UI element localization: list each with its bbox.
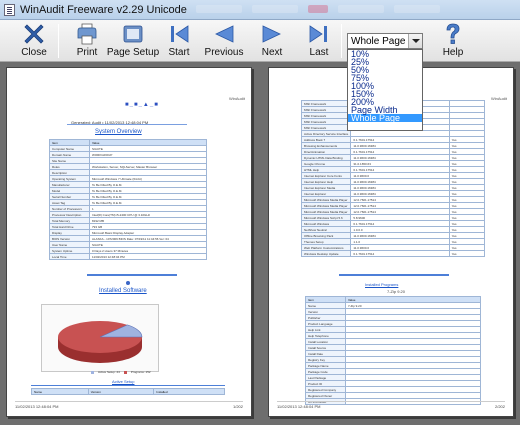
page-header-right: WinAudit (228, 96, 245, 101)
zoom-select[interactable]: Whole Page (347, 33, 423, 49)
help-icon (446, 23, 460, 44)
page-setup-label: Page Setup (106, 47, 160, 58)
help-button[interactable]: Help (438, 22, 468, 60)
legend-swatch-programs (123, 370, 127, 374)
start-label: Start (168, 47, 190, 58)
print-button[interactable]: Print (72, 22, 102, 60)
page-header-right: WinAudit (490, 96, 507, 101)
col-name: Name (31, 388, 89, 395)
zoom-current-value: Whole Page (351, 35, 406, 47)
program-detail-table: Item Value Name 7-Zip 9.20 Version Publisher P… (305, 296, 481, 405)
next-button[interactable]: Next (258, 22, 286, 60)
divider (67, 124, 187, 125)
window-title: WinAudit Freeware v2.29 Unicode (20, 3, 187, 16)
print-preview-toolbar: Close Print Page Setup Start Previous Ne… (0, 20, 520, 62)
preview-page-1: WinAudit ■_■_▲_■ Generated: Audit • 11/0… (6, 67, 252, 417)
close-button[interactable]: Close (18, 22, 50, 60)
print-preview-area[interactable]: WinAudit ■_■_▲_■ Generated: Audit • 11/0… (0, 63, 520, 425)
previous-page-icon (215, 25, 234, 43)
zoom-option-selected[interactable]: Whole Page (348, 114, 422, 123)
next-page-icon (262, 25, 281, 43)
previous-label: Previous (204, 47, 244, 58)
page-setup-button[interactable]: Page Setup (106, 22, 160, 60)
installed-programs-sub: 7-Zip 9.20 (387, 289, 406, 294)
page-footer-right: 2/202 (494, 404, 505, 409)
installed-programs-title: Installed Programs (365, 282, 399, 287)
print-label: Print (76, 47, 98, 58)
page-setup-icon (123, 25, 143, 43)
winaudit-window: WinAudit Freeware v2.29 Unicode Close Pr… (0, 0, 520, 425)
legend-active-setup: Active Setup: 24 (98, 370, 120, 374)
last-label: Last (309, 47, 329, 58)
next-label: Next (261, 47, 283, 58)
title-bar: WinAudit Freeware v2.29 Unicode (0, 0, 520, 20)
footer-rule (15, 401, 243, 402)
table-cell: 11/02/2013 12:48:04 PM (89, 253, 207, 260)
section-rule (87, 274, 177, 276)
legend-swatch-active (91, 370, 94, 374)
previous-button[interactable]: Previous (204, 22, 244, 60)
last-page-icon (309, 25, 327, 43)
help-label: Help (442, 47, 464, 58)
col-installed: Installed (153, 388, 225, 395)
close-label: Close (21, 47, 47, 58)
page-footer-right: 1/202 (232, 404, 243, 409)
dropdown-arrow-icon[interactable] (408, 34, 422, 48)
system-overview-title: System Overview (95, 129, 142, 135)
legend-programs: Programs: 152 (130, 370, 151, 374)
pie-legend: Active Setup: 24 Programs: 152 (91, 370, 151, 374)
col-version: Version (87, 388, 155, 395)
installed-software-title: Installed Software (99, 288, 147, 294)
section-rule (339, 274, 449, 276)
footer-rule (277, 401, 505, 402)
start-button[interactable]: Start (164, 22, 194, 60)
section-marker-icon (126, 281, 130, 285)
active-setup-table: Name Version Installed (31, 388, 225, 395)
active-setup-title: Active Setup (112, 379, 135, 384)
software-pie-chart (41, 304, 159, 372)
printer-icon (77, 23, 97, 45)
pie-chart-svg (58, 321, 143, 363)
table-row: Windows Desktop Update 6.1.7601.17514 Yes (300, 250, 486, 257)
first-page-icon (171, 25, 189, 43)
last-button[interactable]: Last (305, 22, 333, 60)
page-footer-left: 11/02/2013 12:48:04 PM (277, 404, 321, 409)
zoom-dropdown-list: 10% 25% 50% 75% 100% 150% 200% Page Widt… (347, 49, 423, 131)
system-overview-table: Item Value Computer Name SIAUTE Domain Name W… (49, 139, 207, 260)
table-cell: 6.1.7601.17514 (350, 250, 450, 257)
toolbar-separator (341, 24, 342, 58)
close-icon (24, 24, 44, 44)
table-row: Local Time 11/02/2013 12:48:04 PM (49, 253, 207, 260)
table-cell: Windows Desktop Update (300, 250, 352, 257)
app-icon (4, 3, 15, 16)
table-cell: Yes (448, 250, 486, 257)
section-rule (31, 385, 225, 386)
background-taskbar-ghost (196, 5, 440, 13)
toolbar-separator (58, 24, 59, 58)
report-logo: ■_■_▲_■ (125, 102, 159, 108)
page-footer-left: 11/02/2013 12:48:04 PM (15, 404, 59, 409)
table-cell: Local Time (49, 253, 90, 260)
